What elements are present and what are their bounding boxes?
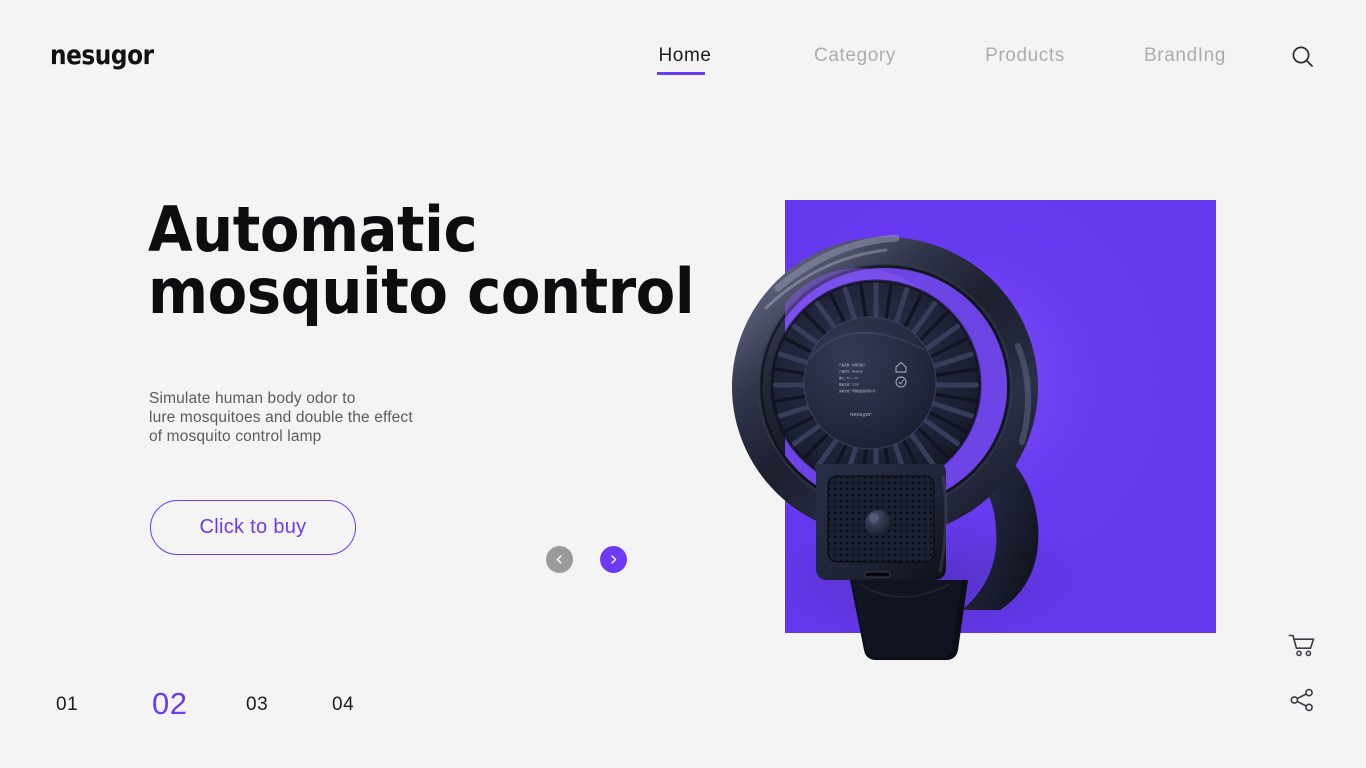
nav-item-home[interactable]: Home [600,44,770,75]
site-header: nesugor Home Category Products BrandIng [0,0,1366,110]
label-line-2: 产品型号：MSX610 [839,370,863,374]
main-navigation: Home Category Products BrandIng [600,44,1260,75]
product-image: 产品名称：智能灭蚊灯 产品型号：MSX610 输入：5V ⎼ 1A 额定功率：3… [732,200,1216,660]
search-icon[interactable] [1290,44,1316,70]
brand-logo[interactable]: nesugor [50,42,154,69]
utility-rail [1288,633,1316,718]
hero-description: Simulate human body odor to lure mosquit… [149,389,413,445]
carousel-pagination: 01 02 03 04 [56,682,354,721]
pagination-item-02[interactable]: 02 [152,686,246,722]
click-to-buy-button[interactable]: Click to buy [150,500,356,555]
chevron-left-icon [556,555,562,564]
hero-product-area: 产品名称：智能灭蚊灯 产品型号：MSX610 输入：5V ⎼ 1A 额定功率：3… [700,180,1260,700]
carousel-controls [546,546,627,573]
share-icon[interactable] [1288,687,1316,718]
carousel-prev-button[interactable] [546,546,573,573]
label-line-3: 输入：5V ⎼ 1A [839,376,858,380]
pagination-item-01[interactable]: 01 [56,694,152,716]
product-body [814,464,948,580]
label-brand-name: nesugor [850,412,872,418]
product-foot [852,580,962,658]
nav-item-products[interactable]: Products [940,44,1110,68]
carousel-next-button[interactable] [600,546,627,573]
page-title: Automatic mosquito control [148,192,695,328]
product-label-disc: 产品名称：智能灭蚊灯 产品型号：MSX610 输入：5V ⎼ 1A 额定功率：3… [803,316,937,450]
nav-item-branding[interactable]: BrandIng [1110,44,1260,68]
nav-active-underline [657,72,705,75]
pagination-item-04[interactable]: 04 [332,694,354,716]
nav-item-category[interactable]: Category [770,44,940,68]
label-line-4: 额定功率：3.5W [839,383,859,387]
nav-item-home-label: Home [658,45,712,66]
chevron-right-icon [611,555,617,564]
label-line-1: 产品名称：智能灭蚊灯 [839,363,865,367]
pagination-item-03[interactable]: 03 [246,694,332,716]
shopping-cart-icon[interactable] [1288,633,1316,664]
label-line-5: 深圳市德一风科技发展有限公司 [839,389,876,393]
